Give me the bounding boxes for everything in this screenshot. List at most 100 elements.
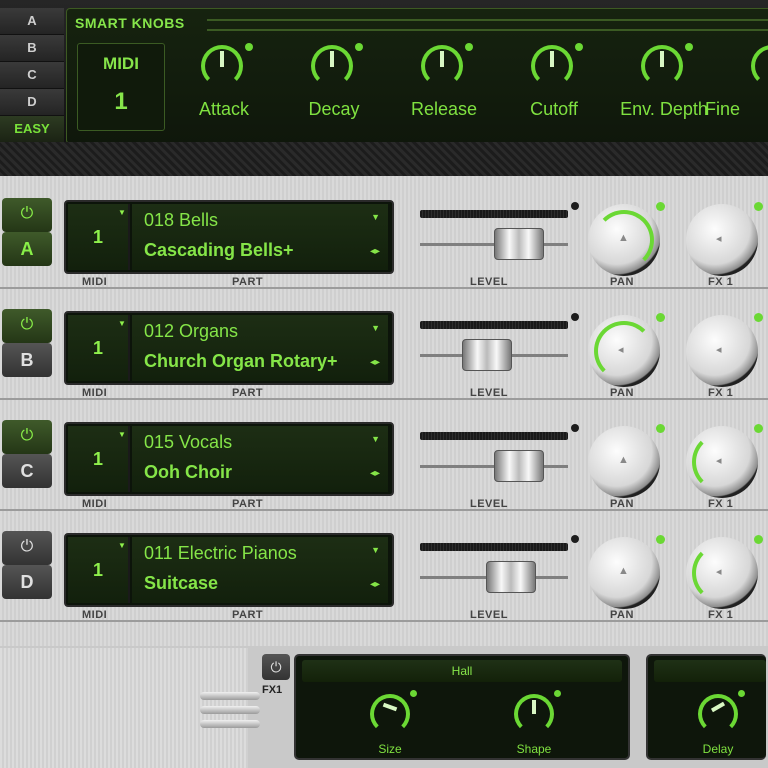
- fx1-knob-c[interactable]: ◂: [686, 426, 758, 498]
- knob-led: [656, 424, 665, 433]
- prev-next-icon[interactable]: ◂▸: [370, 579, 380, 590]
- knob-led: [410, 690, 417, 697]
- fx1-knob-b[interactable]: ◂: [686, 315, 758, 387]
- fine-knob[interactable]: Fine: [705, 43, 768, 133]
- tab-easy[interactable]: EASY: [0, 116, 64, 143]
- smart-knobs-bar: A B C D EASY SMART KNOBS MIDI 1 Attack D…: [0, 0, 768, 150]
- knob-ring: [692, 432, 752, 492]
- knob-pointer: [330, 51, 334, 67]
- carbon-divider: [0, 142, 768, 176]
- tab-d[interactable]: D: [0, 89, 64, 116]
- part-label: PART: [232, 609, 264, 621]
- power-icon: ⏻: [270, 659, 282, 675]
- level-fader-a[interactable]: [494, 228, 544, 260]
- level-fader-d[interactable]: [486, 561, 536, 593]
- knob-pointer: ▲: [618, 565, 629, 577]
- knob-label: Size: [378, 742, 402, 756]
- knob-arc: [751, 45, 768, 87]
- knob-pointer: ◂: [716, 233, 722, 245]
- knob-pointer: [550, 51, 554, 67]
- knob-label: Release: [410, 99, 478, 119]
- prev-next-icon[interactable]: ◂▸: [370, 357, 380, 368]
- power-button-b[interactable]: ⏻: [2, 309, 52, 343]
- knob-label: Cutoff: [530, 99, 578, 119]
- smart-knobs-title: SMART KNOBS: [75, 15, 185, 31]
- decay-knob[interactable]: Decay: [279, 43, 389, 133]
- midi-value: 1: [114, 88, 128, 115]
- pan-knob-b[interactable]: ◂: [588, 315, 660, 387]
- env-depth-knob[interactable]: Env. Depth: [609, 43, 719, 133]
- midi-channel-box[interactable]: MIDI 1: [77, 43, 165, 131]
- knob-label: Shape: [516, 742, 552, 756]
- part-row-c: ⏻ C 1 ▼ 015 Vocals Ooh Choir ▼ ◂▸ MIDI P…: [0, 398, 768, 511]
- pan-knob-d[interactable]: ▲: [588, 537, 660, 609]
- knob-led: [754, 424, 763, 433]
- part-letter-a[interactable]: A: [2, 232, 52, 266]
- level-meter: [420, 543, 568, 551]
- patch-selector-d[interactable]: 011 Electric Pianos Suitcase ▼ ◂▸: [132, 537, 388, 603]
- knob-led: [245, 43, 253, 51]
- fx-panel-2: Delay: [646, 654, 766, 760]
- power-button-d[interactable]: ⏻: [2, 531, 52, 565]
- delay-knob[interactable]: Delay: [688, 690, 748, 766]
- dropdown-icon: ▼: [371, 434, 380, 444]
- knob-led: [465, 43, 473, 51]
- tab-c[interactable]: C: [0, 62, 64, 89]
- midi-label: MIDI: [103, 54, 139, 73]
- knob-led: [554, 690, 561, 697]
- preset-name: Ooh Choir: [144, 462, 232, 482]
- clip-led: [571, 535, 579, 543]
- pan-knob-a[interactable]: ▲: [588, 204, 660, 276]
- knob-pointer: ◂: [716, 344, 722, 356]
- tab-a[interactable]: A: [0, 8, 64, 35]
- knob-label: Fine: [705, 99, 741, 119]
- connector-bar: [200, 706, 260, 714]
- level-meter: [420, 432, 568, 440]
- knob-led: [355, 43, 363, 51]
- prev-next-icon[interactable]: ◂▸: [370, 468, 380, 479]
- part-letter-d[interactable]: D: [2, 565, 52, 599]
- fx1-knob-d[interactable]: ◂: [686, 537, 758, 609]
- release-knob[interactable]: Release: [389, 43, 499, 133]
- shape-knob[interactable]: Shape: [504, 690, 564, 766]
- knob-label: Env. Depth: [620, 99, 708, 119]
- knob-pointer: ◂: [716, 455, 722, 467]
- part-display-c: 1 ▼ 015 Vocals Ooh Choir ▼ ◂▸: [64, 422, 394, 496]
- knob-ring: [692, 321, 752, 381]
- fx-type-selector[interactable]: [654, 660, 766, 682]
- dropdown-icon: ▼: [371, 212, 380, 222]
- size-knob[interactable]: Size: [360, 690, 420, 766]
- dropdown-icon: ▼: [371, 323, 380, 333]
- patch-selector-a[interactable]: 018 Bells Cascading Bells+ ▼ ◂▸: [132, 204, 388, 270]
- patch-selector-c[interactable]: 015 Vocals Ooh Choir ▼ ◂▸: [132, 426, 388, 492]
- pan-knob-c[interactable]: ▲: [588, 426, 660, 498]
- fx1-power-button[interactable]: ⏻: [262, 654, 290, 680]
- knob-pointer: [440, 51, 444, 67]
- connector-bar: [200, 720, 260, 728]
- level-fader-b[interactable]: [462, 339, 512, 371]
- tab-b[interactable]: B: [0, 35, 64, 62]
- connector-bar: [200, 692, 260, 700]
- power-button-c[interactable]: ⏻: [2, 420, 52, 454]
- knob-pointer: [220, 51, 224, 67]
- fx1-label: FX 1: [708, 609, 734, 621]
- clip-led: [571, 424, 579, 432]
- dropdown-icon: ▼: [118, 319, 126, 328]
- fx1-knob-a[interactable]: ◂: [686, 204, 758, 276]
- smart-knobs-panel: SMART KNOBS MIDI 1 Attack Decay Release …: [66, 8, 768, 144]
- fx-type-selector[interactable]: Hall: [302, 660, 622, 682]
- level-fader-c[interactable]: [494, 450, 544, 482]
- power-button-a[interactable]: ⏻: [2, 198, 52, 232]
- knob-led: [656, 535, 665, 544]
- midi-label: MIDI: [82, 609, 108, 621]
- knob-pointer: ◂: [618, 344, 624, 356]
- part-letter-b[interactable]: B: [2, 343, 52, 377]
- prev-next-icon[interactable]: ◂▸: [370, 246, 380, 257]
- patch-selector-b[interactable]: 012 Organs Church Organ Rotary+ ▼ ◂▸: [132, 315, 388, 381]
- part-letter-c[interactable]: C: [2, 454, 52, 488]
- cutoff-knob[interactable]: Cutoff: [499, 43, 609, 133]
- knob-led: [575, 43, 583, 51]
- knob-label: Delay: [702, 742, 734, 756]
- attack-knob[interactable]: Attack: [169, 43, 279, 133]
- power-icon: ⏻: [20, 316, 34, 333]
